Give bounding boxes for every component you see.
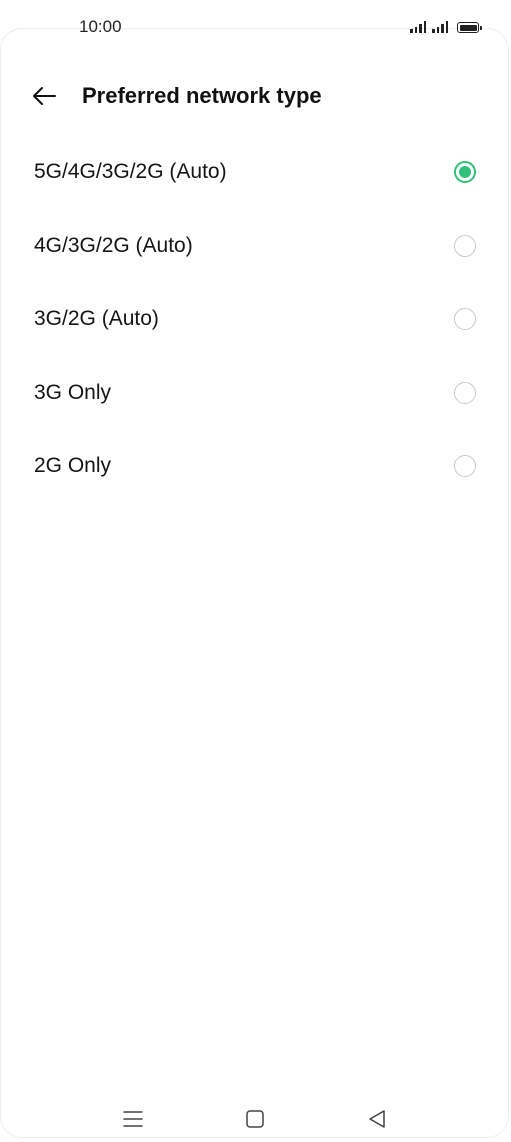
header: Preferred network type <box>0 70 511 122</box>
menu-icon <box>123 1111 143 1127</box>
option-3g-only[interactable]: 3G Only <box>0 357 511 431</box>
status-time: 10:00 <box>79 17 122 36</box>
option-2g-only[interactable]: 2G Only <box>0 430 511 504</box>
network-type-list: 5G/4G/3G/2G (Auto) 4G/3G/2G (Auto) 3G/2G… <box>0 136 511 504</box>
option-label: 5G/4G/3G/2G (Auto) <box>34 160 227 183</box>
radio-button[interactable] <box>454 455 476 477</box>
back-arrow-icon <box>33 87 56 105</box>
radio-button[interactable] <box>454 234 476 257</box>
menu-button[interactable] <box>118 1107 148 1131</box>
back-button[interactable] <box>28 82 60 110</box>
option-label: 3G/2G (Auto) <box>34 307 159 330</box>
home-button[interactable] <box>240 1107 270 1131</box>
status-icons <box>410 20 482 33</box>
radio-button-checked[interactable] <box>454 161 476 183</box>
page-title: Preferred network type <box>82 83 322 108</box>
signal-icon <box>410 20 426 33</box>
navigation-bar <box>0 1082 511 1142</box>
radio-button[interactable] <box>454 308 476 330</box>
screen: 10:00 Preferred network type 5G/4G/3G/2G… <box>0 0 511 1142</box>
back-nav-button[interactable] <box>362 1107 392 1131</box>
option-label: 2G Only <box>34 454 112 477</box>
home-icon <box>246 1110 264 1128</box>
option-label: 3G Only <box>34 380 112 404</box>
back-icon <box>369 1110 385 1128</box>
option-5g-4g-3g-2g-auto[interactable]: 5G/4G/3G/2G (Auto) <box>0 136 511 210</box>
radio-button[interactable] <box>454 381 476 404</box>
option-4g-3g-2g-auto[interactable]: 4G/3G/2G (Auto) <box>0 210 511 284</box>
option-3g-2g-auto[interactable]: 3G/2G (Auto) <box>0 283 511 357</box>
option-label: 4G/3G/2G (Auto) <box>34 233 193 257</box>
signal-icon <box>432 20 448 33</box>
battery-icon <box>457 22 482 33</box>
